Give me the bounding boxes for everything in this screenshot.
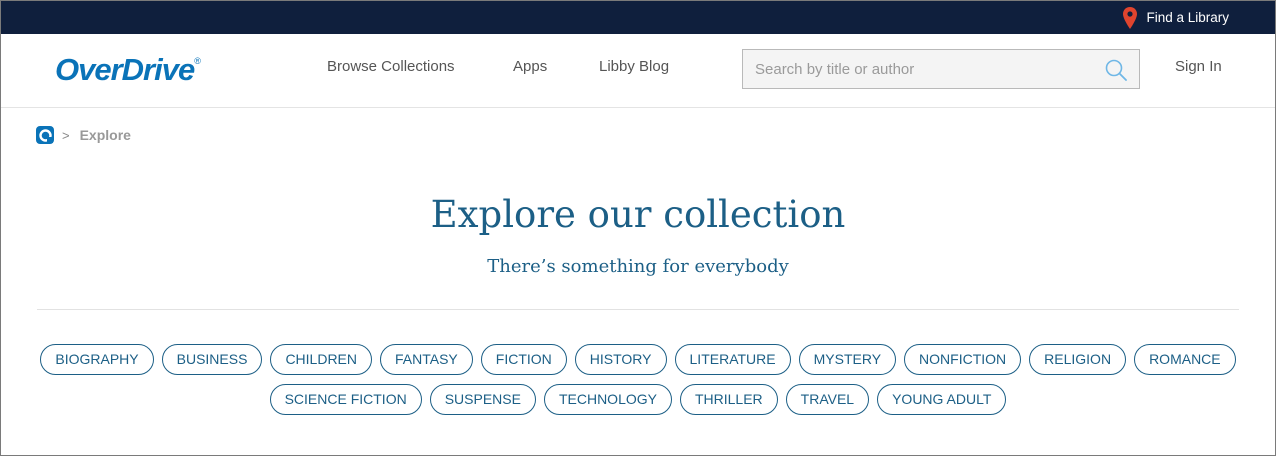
tag-children[interactable]: CHILDREN — [270, 344, 373, 375]
search-box — [742, 49, 1140, 89]
top-bar: Find a Library — [1, 1, 1275, 34]
map-pin-icon — [1123, 6, 1138, 29]
logo-text: OverDrive — [55, 52, 195, 87]
tag-suspense[interactable]: SUSPENSE — [429, 384, 536, 415]
tag-technology[interactable]: TECHNOLOGY — [543, 384, 672, 415]
nav-apps[interactable]: Apps — [513, 58, 547, 75]
site-header: OverDrive® Browse Collections Apps Libby… — [1, 34, 1275, 108]
nav-browse-collections[interactable]: Browse Collections — [327, 58, 455, 75]
tag-fiction[interactable]: FICTION — [480, 344, 567, 375]
search-input[interactable] — [743, 50, 1107, 88]
nav-libby-blog[interactable]: Libby Blog — [599, 58, 669, 75]
tag-business[interactable]: BUSINESS — [161, 344, 263, 375]
page-title: Explore our collection — [430, 193, 846, 236]
tag-travel[interactable]: TRAVEL — [785, 384, 870, 415]
genre-tags-row-1: BIOGRAPHY BUSINESS CHILDREN FANTASY FICT… — [31, 344, 1245, 375]
page-subtitle: There’s something for everybody — [487, 256, 789, 277]
breadcrumb-separator: > — [62, 127, 70, 143]
search-icon[interactable] — [1105, 59, 1127, 86]
tag-romance[interactable]: ROMANCE — [1134, 344, 1236, 375]
tag-mystery[interactable]: MYSTERY — [798, 344, 897, 375]
genre-tags-row-2: SCIENCE FICTION SUSPENSE TECHNOLOGY THRI… — [31, 384, 1245, 415]
registered-mark: ® — [194, 56, 201, 66]
breadcrumb-current: Explore — [79, 127, 131, 143]
overdrive-home-icon[interactable] — [36, 126, 54, 144]
tag-nonfiction[interactable]: NONFICTION — [904, 344, 1022, 375]
tag-young-adult[interactable]: YOUNG ADULT — [877, 384, 1007, 415]
sign-in-link[interactable]: Sign In — [1175, 58, 1222, 75]
tag-science-fiction[interactable]: SCIENCE FICTION — [269, 384, 422, 415]
breadcrumb: > Explore — [36, 126, 131, 144]
tag-history[interactable]: HISTORY — [574, 344, 667, 375]
tag-religion[interactable]: RELIGION — [1029, 344, 1127, 375]
genre-tags: BIOGRAPHY BUSINESS CHILDREN FANTASY FICT… — [31, 344, 1245, 424]
divider — [37, 309, 1239, 310]
tag-thriller[interactable]: THRILLER — [679, 384, 778, 415]
tag-fantasy[interactable]: FANTASY — [380, 344, 473, 375]
tag-literature[interactable]: LITERATURE — [674, 344, 791, 375]
overdrive-logo[interactable]: OverDrive® — [55, 52, 201, 88]
tag-biography[interactable]: BIOGRAPHY — [40, 344, 154, 375]
find-a-library-link[interactable]: Find a Library — [1123, 1, 1229, 34]
find-a-library-label: Find a Library — [1146, 10, 1229, 25]
